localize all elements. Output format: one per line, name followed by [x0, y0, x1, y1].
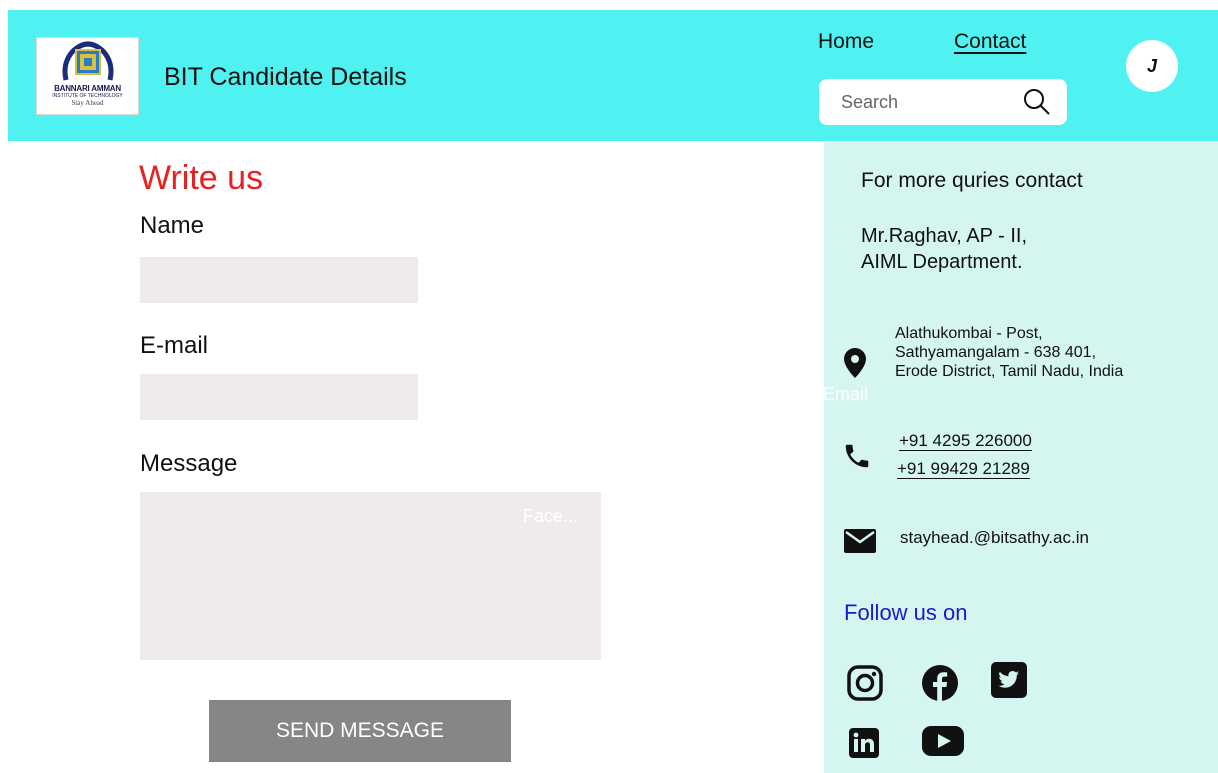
bit-emblem-icon	[62, 41, 113, 81]
user-avatar[interactable]: J	[1126, 40, 1178, 92]
nav-contact-link[interactable]: Contact	[954, 30, 1026, 54]
name-field[interactable]	[140, 257, 418, 303]
email-field[interactable]	[140, 374, 418, 420]
envelope-icon	[844, 529, 876, 553]
nav-home-link[interactable]: Home	[818, 30, 874, 54]
message-label: Message	[140, 450, 238, 477]
youtube-icon[interactable]	[921, 725, 965, 757]
email-link[interactable]: stayhead.@bitsathy.ac.in	[900, 528, 1089, 548]
linkedin-icon[interactable]	[849, 728, 879, 758]
instagram-icon[interactable]	[846, 664, 884, 702]
address-line-3: Erode District, Tamil Nadu, India	[895, 363, 1124, 380]
location-pin-icon	[844, 348, 866, 378]
email-label: E-mail	[140, 332, 209, 359]
contact-person-department: AIML Department.	[861, 251, 1023, 273]
search-icon[interactable]	[1023, 88, 1051, 116]
app-title: BIT Candidate Details	[164, 63, 407, 91]
logo-text-tagline: Stay Ahead	[71, 99, 104, 107]
logo-text-name: BANNARI AMMAN	[54, 84, 121, 93]
message-field[interactable]	[140, 492, 601, 660]
facebook-icon[interactable]	[921, 664, 959, 702]
phone-link-1[interactable]: +91 4295 226000	[899, 431, 1032, 451]
name-label: Name	[140, 212, 205, 239]
twitter-icon[interactable]	[991, 662, 1027, 698]
email-overlay-text: Email	[823, 384, 869, 404]
contact-person-name: Mr.Raghav, AP - II,	[861, 225, 1027, 247]
search-input[interactable]	[829, 79, 1009, 125]
address-line-1: Alathukombai - Post,	[895, 325, 1043, 342]
top-header: BANNARI AMMAN INSTITUTE OF TECHNOLOGY St…	[8, 10, 1218, 141]
send-message-button[interactable]: SEND MESSAGE	[209, 700, 511, 762]
form-title: Write us	[139, 159, 264, 197]
search-box	[819, 79, 1067, 125]
follow-us-label: Follow us on	[844, 600, 968, 625]
phone-link-2[interactable]: +91 99429 21289	[897, 459, 1030, 479]
contact-heading: For more quries contact	[861, 169, 1083, 192]
address-line-2: Sathyamangalam - 638 401,	[895, 344, 1097, 361]
phone-icon	[845, 444, 869, 468]
bit-logo: BANNARI AMMAN INSTITUTE OF TECHNOLOGY St…	[36, 37, 139, 115]
